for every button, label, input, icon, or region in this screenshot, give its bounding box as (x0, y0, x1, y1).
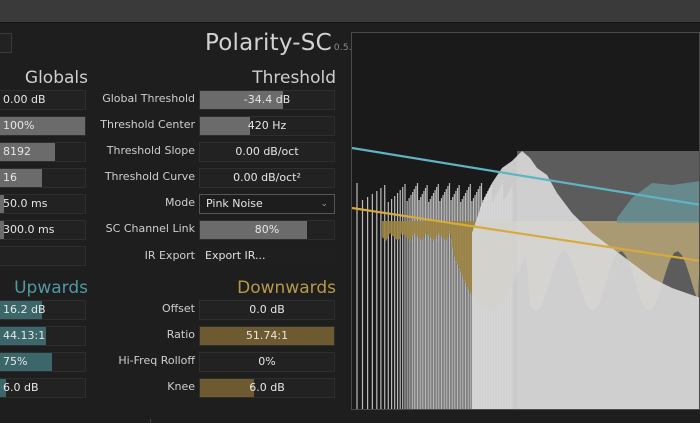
window-title-bar (0, 0, 700, 22)
global-threshold-slider[interactable]: -34.4 dB (199, 90, 335, 110)
globals-slider-7[interactable] (0, 246, 86, 266)
slider-value: 0.0 dB (249, 303, 285, 316)
slider-value: 300.0 ms (3, 223, 55, 236)
label-hi-freq-rolloff: Hi-Freq Rolloff (118, 354, 195, 367)
slider-value: 0.00 dB/oct (235, 145, 299, 158)
title-bar-divider (0, 22, 700, 23)
slider-value: 420 Hz (247, 119, 287, 132)
partial-control-box[interactable] (0, 33, 12, 53)
label-knee: Knee (167, 380, 195, 393)
upwards-slider-4[interactable]: 6.0 dB (0, 378, 86, 398)
label-ratio: Ratio (166, 328, 195, 341)
mode-dropdown[interactable]: Pink Noise ⌄ (199, 194, 335, 214)
slider-value: 80% (254, 223, 280, 236)
slider-value (0, 247, 85, 265)
chevron-down-icon: ⌄ (320, 199, 328, 209)
knee-slider[interactable]: 6.0 dB (199, 378, 335, 398)
section-heading-upwards: Upwards (14, 278, 88, 298)
globals-slider-5[interactable]: 50.0 ms (0, 194, 86, 214)
globals-slider-2[interactable]: 100% (0, 116, 86, 136)
section-heading-threshold: Threshold (252, 68, 336, 88)
slider-value: 0.00 dB/oct² (233, 171, 301, 184)
label-sc-channel-link: SC Channel Link (105, 222, 195, 235)
plugin-name: Polarity-SC (205, 30, 332, 56)
upwards-slider-3[interactable]: 75% (0, 352, 86, 372)
threshold-curve-slider[interactable]: 0.00 dB/oct² (199, 168, 335, 188)
spectrum-dense-area (472, 151, 699, 409)
mode-selected-value: Pink Noise (206, 197, 263, 210)
export-ir-button[interactable]: Export IR... (199, 246, 335, 266)
export-ir-button-label: Export IR... (205, 249, 266, 262)
ratio-slider[interactable]: 51.74:1 (199, 326, 335, 346)
globals-slider-4[interactable]: 16 (0, 168, 86, 188)
threshold-slope-slider[interactable]: 0.00 dB/oct (199, 142, 335, 162)
label-threshold-curve: Threshold Curve (104, 170, 195, 183)
label-threshold-slope: Threshold Slope (106, 144, 195, 157)
spectrum-display[interactable] (351, 32, 700, 410)
upwards-slider-2[interactable]: 44.13:1 (0, 326, 86, 346)
label-offset: Offset (161, 302, 195, 315)
sc-channel-link-slider[interactable]: 80% (199, 220, 335, 240)
slider-value: 0% (258, 355, 276, 368)
globals-slider-6[interactable]: 300.0 ms (0, 220, 86, 240)
slider-value: 16 (3, 171, 17, 184)
label-mode: Mode (165, 196, 195, 209)
section-heading-globals: Globals (24, 68, 88, 88)
section-heading-downwards: Downwards (237, 278, 336, 298)
hi-freq-rolloff-slider[interactable]: 0% (199, 352, 335, 372)
bottom-edge-mark (150, 419, 151, 423)
upwards-slider-1[interactable]: 16.2 dB (0, 300, 86, 320)
threshold-center-slider[interactable]: 420 Hz (199, 116, 335, 136)
globals-slider-3[interactable]: 8192 (0, 142, 86, 162)
slider-value: -34.4 dB (243, 93, 291, 106)
slider-value: 8192 (3, 145, 31, 158)
slider-value: 6.0 dB (249, 381, 285, 394)
label-threshold-center: Threshold Center (100, 118, 195, 131)
slider-value: 44.13:1 (3, 329, 46, 342)
slider-value: 0.00 dB (3, 93, 46, 106)
slider-value: 100% (3, 119, 35, 132)
slider-value: 16.2 dB (3, 303, 46, 316)
label-ir-export: IR Export (144, 249, 195, 262)
plugin-title: Polarity-SC 0.5.0 (205, 30, 358, 56)
offset-slider[interactable]: 0.0 dB (199, 300, 335, 320)
slider-value: 75% (3, 355, 28, 368)
slider-value: 6.0 dB (3, 381, 39, 394)
label-global-threshold: Global Threshold (102, 92, 195, 105)
globals-slider-1[interactable]: 0.00 dB (0, 90, 86, 110)
slider-value: 50.0 ms (3, 197, 48, 210)
spectrum-svg (352, 146, 699, 409)
slider-value: 51.74:1 (245, 329, 289, 342)
